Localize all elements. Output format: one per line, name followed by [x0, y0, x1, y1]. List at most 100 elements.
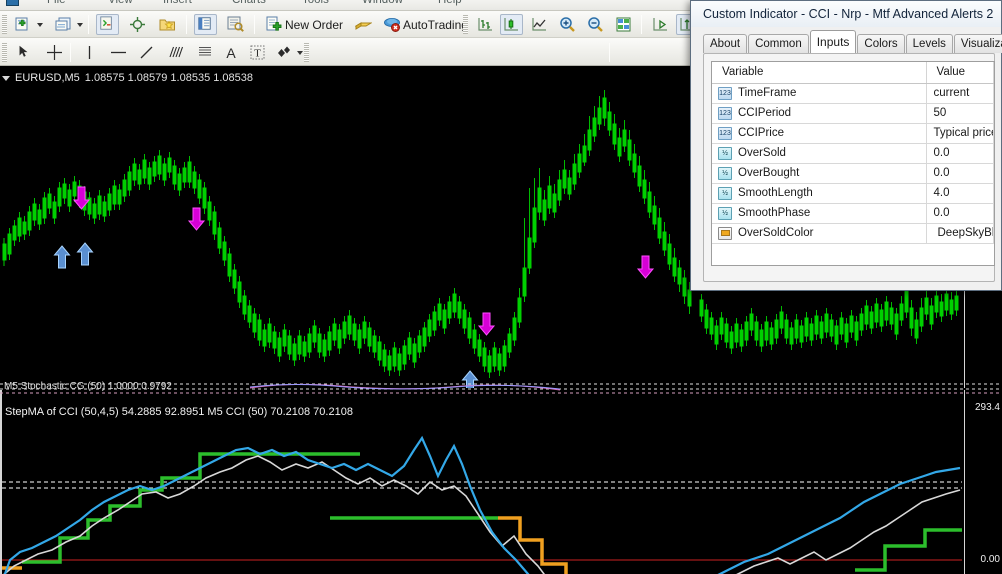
tab-inputs[interactable]: Inputs [809, 30, 857, 53]
param-name: OverSoldColor [738, 227, 814, 239]
autotrading-button[interactable]: AutoTrading [380, 14, 471, 35]
integer-param-icon: 123 [718, 86, 732, 100]
grid-header-row: Variable Value [712, 62, 994, 84]
dialog-body: About Common Inputs Colors Levels Visual… [699, 27, 1002, 284]
chart-symbol-header: EURUSD,M5 1.08575 1.08579 1.08535 1.0853… [2, 71, 253, 85]
shift-end-button[interactable] [649, 14, 672, 35]
param-value[interactable]: current [926, 83, 994, 104]
integer-param-icon: 123 [718, 126, 732, 140]
text-tool-button[interactable]: A [220, 42, 242, 63]
fibonacci-retracement-button[interactable] [162, 42, 188, 63]
menu-item-view[interactable]: View [108, 0, 133, 6]
menu-item-charts[interactable]: Charts [232, 0, 266, 6]
double-param-icon: ½ [718, 206, 732, 220]
zoom-in-button[interactable] [556, 14, 579, 35]
toolbar-grip[interactable] [2, 15, 7, 34]
trendline-button[interactable] [134, 42, 158, 63]
dialog-tab-strip: About Common Inputs Colors Levels Visual… [703, 30, 1002, 53]
menu-item-window[interactable]: Window [362, 0, 403, 6]
color-param-icon [718, 226, 732, 240]
horizontal-line-icon [109, 44, 126, 61]
chevron-down-icon[interactable] [37, 22, 43, 27]
data-window-button[interactable] [224, 14, 247, 35]
signal-line [3, 455, 961, 574]
table-row: 123 CCIPrice Typical price [712, 123, 994, 144]
stepma-down-segments [2, 516, 568, 574]
cursor-icon [16, 44, 33, 61]
crosshair-icon [46, 44, 63, 61]
cci-indicator-pane[interactable]: StepMA of CCI (50,4,5) 54.2885 92.8951 M… [0, 390, 1002, 574]
toolbar-separator [254, 15, 255, 34]
param-value[interactable]: 0.0 [926, 143, 994, 164]
menu-item-file[interactable]: File [47, 0, 66, 6]
tab-about[interactable]: About [703, 34, 748, 53]
toolbar-grip[interactable] [463, 15, 468, 34]
param-value: DeepSkyBlu [937, 227, 993, 239]
market-watch-button[interactable] [194, 14, 217, 35]
grid-button[interactable] [612, 14, 635, 35]
tab-common[interactable]: Common [748, 34, 809, 53]
tab-visualization[interactable]: Visualization [953, 34, 1002, 53]
toolbar-grip[interactable] [304, 43, 309, 62]
toolbar-separator [641, 15, 642, 34]
new-order-button[interactable]: New Order [262, 14, 346, 35]
tab-colors[interactable]: Colors [857, 34, 905, 53]
column-header-value[interactable]: Value [926, 62, 994, 84]
menu-item-tools[interactable]: Tools [302, 0, 329, 6]
menu-item-help[interactable]: Help [438, 0, 462, 6]
vertical-line-button[interactable] [78, 42, 100, 63]
param-name: CCIPrice [738, 127, 785, 139]
param-value[interactable]: 0.0 [926, 163, 994, 184]
stepma-up-segments [22, 452, 962, 572]
param-value[interactable]: Typical price [926, 123, 994, 144]
candlestick-chart-button[interactable] [500, 14, 523, 35]
param-name: SmoothPhase [738, 207, 811, 219]
candlestick-chart-icon [503, 16, 520, 33]
cursor-tool-button[interactable] [12, 42, 36, 63]
new-chart-button[interactable] [12, 14, 46, 35]
table-row: ½ OverSold 0.0 [712, 143, 994, 164]
param-value[interactable]: 50 [926, 103, 994, 124]
chart-ohlc-label: 1.08575 1.08579 1.08535 1.08538 [84, 72, 254, 84]
chevron-down-icon[interactable] [77, 22, 83, 27]
horizontal-line-button[interactable] [103, 42, 131, 63]
text-label-icon: T [249, 44, 266, 61]
chevron-down-icon[interactable] [297, 50, 303, 55]
param-value[interactable]: 0.0 [926, 203, 994, 224]
zoom-out-icon [587, 16, 604, 33]
param-value[interactable]: 4.0 [926, 183, 994, 204]
crosshair-button[interactable] [126, 14, 149, 35]
fibonacci-retracement-icon [167, 44, 184, 61]
table-row: ½ OverBought 0.0 [712, 163, 994, 184]
menu-item-insert[interactable]: Insert [163, 0, 192, 6]
param-name: CCIPeriod [738, 107, 792, 119]
text-label-button[interactable]: T [245, 42, 269, 63]
zoom-out-button[interactable] [584, 14, 607, 35]
data-window-icon [227, 16, 244, 33]
profiles-button[interactable] [52, 14, 86, 35]
stochastic-cg-overlay: M5 Stochastic CG (50) 1.0000 0.9792 [0, 380, 1002, 396]
toolbar-grip[interactable] [2, 43, 7, 62]
shift-end-icon [652, 16, 669, 33]
shapes-button[interactable] [272, 42, 306, 63]
tab-levels[interactable]: Levels [905, 34, 953, 53]
line-chart-button[interactable] [528, 14, 551, 35]
inputs-tab-panel: Variable Value 123 TimeFrame current 123… [703, 53, 995, 282]
market-button[interactable] [352, 14, 374, 35]
line-chart-icon [531, 16, 548, 33]
param-name: OverBought [738, 167, 800, 179]
param-name: OverSold [738, 147, 786, 159]
custom-indicator-dialog[interactable]: Custom Indicator - CCI - Nrp - Mtf Advan… [690, 0, 1002, 291]
crosshair-icon [129, 16, 146, 33]
metaeditor-button[interactable] [96, 14, 119, 35]
bar-chart-button[interactable] [474, 14, 497, 35]
fibonacci-fan-button[interactable] [191, 42, 217, 63]
dialog-title-bar[interactable]: Custom Indicator - CCI - Nrp - Mtf Advan… [691, 1, 1001, 27]
crosshair-tool-button[interactable] [42, 42, 66, 63]
chart-menu-caret-icon[interactable] [2, 75, 10, 81]
vertical-line-icon [81, 44, 98, 61]
parameters-grid[interactable]: Variable Value 123 TimeFrame current 123… [711, 61, 995, 266]
indicator-scale[interactable]: 293.4 0.00 -77. [964, 390, 1002, 574]
favorites-button[interactable] [156, 14, 179, 35]
column-header-variable[interactable]: Variable [712, 62, 927, 84]
